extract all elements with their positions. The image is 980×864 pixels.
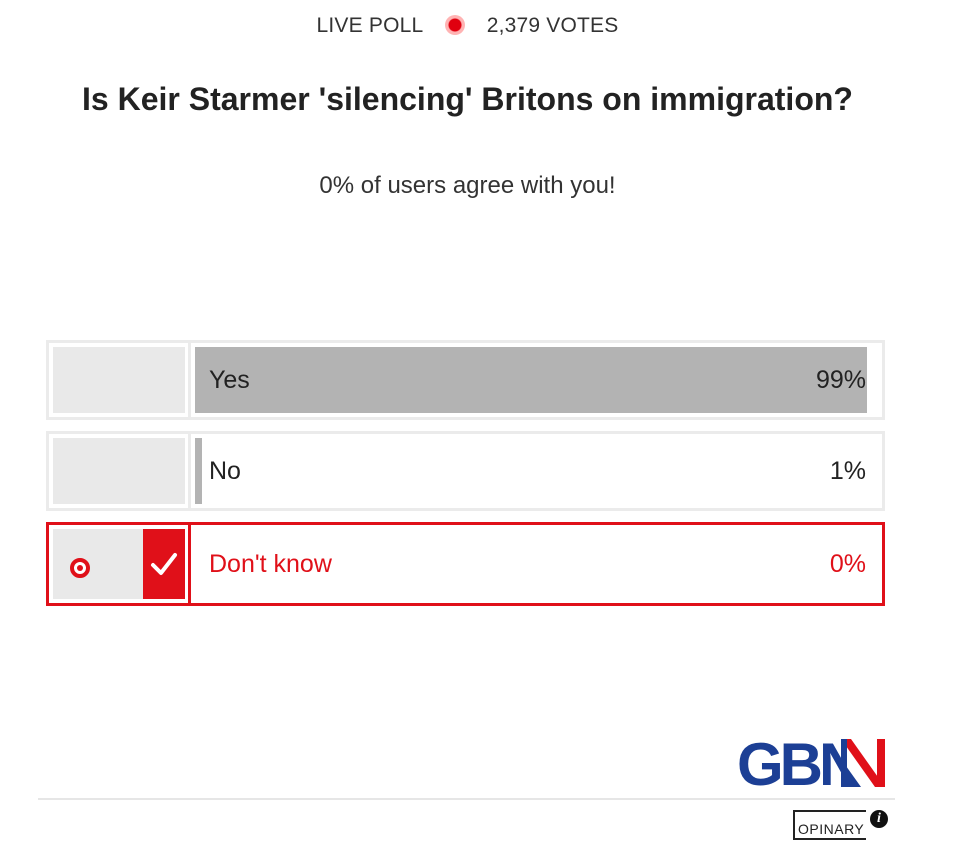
option-divider [188, 343, 191, 417]
poll-option-dont-know[interactable]: Don't know 0% [46, 522, 885, 606]
agreement-text: 0% of users agree with you! [319, 172, 616, 199]
union-flag-icon [841, 739, 885, 787]
checkmark-box[interactable] [143, 529, 185, 599]
option-percent: 0% [829, 550, 866, 578]
opinary-logo: OPINARY [793, 810, 867, 840]
option-checkbox[interactable] [53, 438, 185, 504]
option-divider [188, 525, 191, 603]
option-percent: 1% [829, 457, 866, 485]
option-divider [188, 434, 191, 508]
live-poll-label: LIVE POLL [316, 14, 423, 37]
poll-option-no[interactable]: No 1% [46, 431, 885, 511]
result-bar [195, 438, 202, 504]
option-label: Yes [209, 366, 250, 394]
info-icon[interactable]: i [870, 810, 888, 828]
live-dot-icon [444, 15, 465, 35]
votes-count: 2,379 VOTES [486, 14, 619, 37]
target-icon [70, 558, 90, 578]
opinary-branding[interactable]: OPINARY i [793, 810, 888, 840]
option-percent: 99% [815, 366, 866, 394]
option-label: No [209, 457, 241, 485]
footer-divider [38, 798, 895, 800]
poll-option-yes[interactable]: Yes 99% [46, 340, 885, 420]
result-bar [195, 347, 867, 413]
checkmark-icon [151, 553, 177, 575]
gbn-logo: GBN [737, 735, 885, 791]
option-label: Don't know [209, 550, 332, 578]
poll-question: Is Keir Starmer 'silencing' Britons on i… [82, 81, 853, 117]
option-checkbox[interactable] [53, 347, 185, 413]
gbn-logo-text: GBN [737, 735, 859, 791]
option-checkbox[interactable] [53, 529, 143, 599]
poll-header: LIVE POLL 2,379 VOTES [0, 14, 935, 38]
